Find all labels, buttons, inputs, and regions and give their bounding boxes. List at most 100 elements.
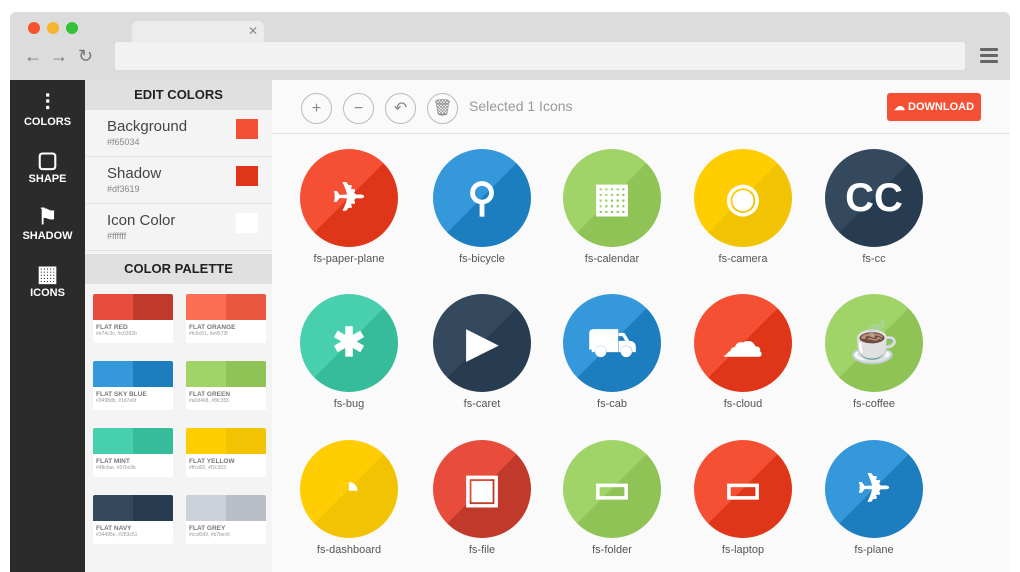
undo-button[interactable]: ↶ bbox=[385, 93, 416, 124]
delete-button[interactable]: 🗑 bbox=[427, 93, 458, 124]
icon-label: fs-cloud bbox=[723, 398, 763, 410]
icon-tile[interactable]: ✈ fs-paper-plane bbox=[289, 149, 409, 266]
icon-tile[interactable]: ☕ fs-coffee bbox=[814, 294, 934, 411]
fs-cc-icon: CC bbox=[825, 149, 923, 247]
palette-card[interactable]: FLAT NAVY #34495e, #283c51 bbox=[93, 495, 173, 544]
cloud-download-icon: ☁ bbox=[893, 101, 909, 113]
menu-icon[interactable] bbox=[980, 48, 998, 66]
palette-swatch bbox=[186, 294, 266, 320]
address-bar[interactable] bbox=[115, 42, 965, 70]
palette-card[interactable]: FLAT RED #e74c3c, #c0392b bbox=[93, 294, 173, 343]
grid-icon: ▦ bbox=[37, 261, 58, 286]
icon-tile[interactable]: ◔ fs-dashboard bbox=[289, 440, 409, 557]
icon-glyph: ☕ bbox=[849, 321, 899, 365]
minimize-window-button[interactable] bbox=[47, 22, 59, 34]
palette-hex: #48cfae, #37bc9b bbox=[96, 465, 136, 471]
fs-dashboard-icon: ◔ bbox=[300, 440, 398, 538]
fs-plane-icon: ✈ bbox=[825, 440, 923, 538]
fs-camera-icon: ◉ bbox=[694, 149, 792, 247]
icon-label: fs-plane bbox=[854, 544, 894, 556]
download-button[interactable]: ☁ DOWNLOAD bbox=[887, 93, 981, 121]
icon-glyph: CC bbox=[845, 176, 903, 220]
color-swatch[interactable] bbox=[236, 119, 258, 139]
color-row-shadow[interactable]: Shadow #df3619 bbox=[85, 157, 272, 204]
maximize-window-button[interactable] bbox=[66, 22, 78, 34]
sidebar-item-shadow[interactable]: ⚑ SHADOW bbox=[10, 194, 85, 251]
palette-swatch bbox=[93, 294, 173, 320]
color-row-background[interactable]: Background #f65034 bbox=[85, 110, 272, 157]
palette-swatch bbox=[186, 361, 266, 387]
zoom-in-icon: + bbox=[311, 100, 322, 117]
color-palette-heading: COLOR PALETTE bbox=[85, 254, 272, 284]
shadow-flag-icon: ⚑ bbox=[37, 204, 58, 229]
palette-hex: #ffcd02, #f2c303 bbox=[189, 465, 226, 471]
close-window-button[interactable] bbox=[28, 22, 40, 34]
icon-glyph: ▣ bbox=[463, 467, 501, 511]
fs-file-icon: ▣ bbox=[433, 440, 531, 538]
icon-tile[interactable]: ◉ fs-camera bbox=[683, 149, 803, 266]
sidebar: ⫶ COLORS ▢ SHAPE ⚑ SHADOW ▦ ICONS bbox=[10, 80, 85, 572]
zoom-out-button[interactable]: − bbox=[343, 93, 374, 124]
fs-coffee-icon: ☕ bbox=[825, 294, 923, 392]
icon-tile[interactable]: ⛟ fs-cab bbox=[552, 294, 672, 411]
icon-glyph: ✈ bbox=[332, 176, 366, 220]
color-swatch[interactable] bbox=[236, 213, 258, 233]
icon-tile[interactable]: CC fs-cc bbox=[814, 149, 934, 266]
undo-icon: ↶ bbox=[393, 100, 408, 117]
icon-tile[interactable]: ▭ fs-folder bbox=[552, 440, 672, 557]
icon-label: fs-calendar bbox=[584, 253, 640, 265]
palette-card[interactable]: FLAT GREY #ccd0d9, #b7bec6 bbox=[186, 495, 266, 544]
browser-tab[interactable]: ✕ bbox=[132, 21, 264, 43]
icon-tile[interactable]: ⚲ fs-bicycle bbox=[422, 149, 542, 266]
zoom-out-icon: − bbox=[353, 100, 364, 117]
fs-cab-icon: ⛟ bbox=[563, 294, 661, 392]
icon-label: fs-coffee bbox=[853, 398, 895, 410]
icon-label: fs-folder bbox=[592, 544, 632, 556]
delete-icon: 🗑 bbox=[432, 100, 453, 117]
forward-icon[interactable]: → bbox=[50, 46, 68, 67]
palette-card[interactable]: FLAT GREEN #a0d468, #8fc355 bbox=[186, 361, 266, 410]
icon-workspace: Selected 1 Icons ☁ DOWNLOAD + − ↶ 🗑 ✈ fs-pap… bbox=[272, 80, 1010, 572]
sidebar-item-colors[interactable]: ⫶ COLORS bbox=[10, 80, 85, 137]
icon-tile[interactable]: ▶ fs-caret bbox=[422, 294, 542, 411]
palette-name: FLAT GREY bbox=[189, 525, 226, 532]
sidebar-item-label: SHAPE bbox=[28, 173, 67, 185]
fs-caret-icon: ▶ bbox=[433, 294, 531, 392]
icon-tile[interactable]: ▣ fs-file bbox=[422, 440, 542, 557]
palette-hex: #34495e, #283c51 bbox=[96, 532, 138, 538]
icon-label: fs-paper-plane bbox=[313, 253, 385, 265]
palette-card[interactable]: FLAT MINT #48cfae, #37bc9b bbox=[93, 428, 173, 477]
palette-hex: #e74c3c, #c0392b bbox=[96, 331, 137, 337]
icon-tile[interactable]: ☁ fs-cloud bbox=[683, 294, 803, 411]
color-row-icon-color[interactable]: Icon Color #ffffff bbox=[85, 204, 272, 251]
palette-hex: #fc6e51, #e9573f bbox=[189, 331, 228, 337]
fs-folder-icon: ▭ bbox=[563, 440, 661, 538]
icon-tile[interactable]: ✱ fs-bug bbox=[289, 294, 409, 411]
back-icon[interactable]: ← bbox=[24, 46, 42, 67]
toolbar: Selected 1 Icons ☁ DOWNLOAD + − ↶ 🗑 bbox=[272, 80, 1010, 134]
close-tab-icon[interactable]: ✕ bbox=[248, 24, 258, 38]
color-swatch[interactable] bbox=[236, 166, 258, 186]
icon-tile[interactable]: ▭ fs-laptop bbox=[683, 440, 803, 557]
square-icon: ▢ bbox=[37, 147, 58, 172]
palette-hex: #a0d468, #8fc355 bbox=[189, 398, 230, 404]
zoom-in-button[interactable]: + bbox=[301, 93, 332, 124]
palette-hex: #ccd0d9, #b7bec6 bbox=[189, 532, 230, 538]
palette-card[interactable]: FLAT YELLOW #ffcd02, #f2c303 bbox=[186, 428, 266, 477]
icon-label: fs-dashboard bbox=[316, 544, 382, 556]
palette-name: FLAT ORANGE bbox=[189, 324, 236, 331]
icon-label: fs-file bbox=[468, 544, 496, 556]
icon-tile[interactable]: ✈ fs-plane bbox=[814, 440, 934, 557]
icon-glyph: ▶ bbox=[466, 321, 498, 365]
fs-paper-plane-icon: ✈ bbox=[300, 149, 398, 247]
icon-glyph: ⚲ bbox=[467, 176, 497, 220]
palette-card[interactable]: FLAT SKY BLUE #3498db, #1d7ebf bbox=[93, 361, 173, 410]
browser-window: ✕ ← → ↻ ⫶ COLORS ▢ SHAPE ⚑ SHADOW ▦ ICONS EDIT … bbox=[10, 12, 1010, 572]
palette-card[interactable]: FLAT ORANGE #fc6e51, #e9573f bbox=[186, 294, 266, 343]
icon-label: fs-bug bbox=[333, 398, 365, 410]
sidebar-item-shape[interactable]: ▢ SHAPE bbox=[10, 137, 85, 194]
palette-name: FLAT GREEN bbox=[189, 391, 231, 398]
sidebar-item-icons[interactable]: ▦ ICONS bbox=[10, 251, 85, 308]
reload-icon[interactable]: ↻ bbox=[78, 46, 93, 67]
icon-tile[interactable]: ▦ fs-calendar bbox=[552, 149, 672, 266]
